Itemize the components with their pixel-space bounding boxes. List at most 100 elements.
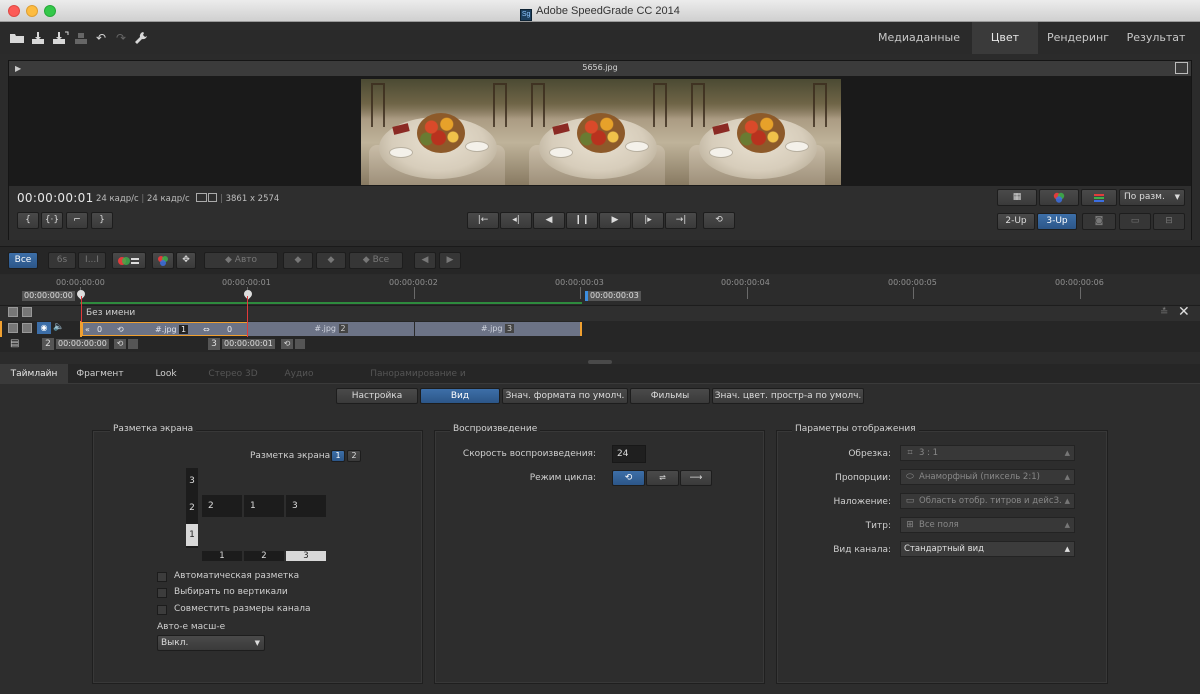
dropdown-arrow-icon: ▲ xyxy=(1064,521,1070,529)
col-label-1[interactable]: 1 xyxy=(202,551,242,561)
fullscreen-icon[interactable] xyxy=(1175,62,1188,74)
next-button: ▶ xyxy=(439,252,461,269)
fit-select[interactable]: По разм. ▼ xyxy=(1119,189,1185,206)
subtab-format-defaults[interactable]: Знач. формата по умолч. xyxy=(502,388,628,404)
tab-fragment[interactable]: Фрагмент xyxy=(68,364,132,384)
tab-pan-scan: Панорамирование и сканирование xyxy=(370,369,466,399)
lock-icon[interactable] xyxy=(22,323,32,333)
pan-tool-icon[interactable]: ✥ xyxy=(176,252,196,269)
play-reverse-button[interactable]: ◀ xyxy=(533,212,565,229)
playback-title: Воспроизведение xyxy=(450,424,541,434)
tab-result[interactable]: Результат xyxy=(1118,22,1194,54)
close-track-icon[interactable]: ✕ xyxy=(1178,304,1190,320)
all-tracks-button[interactable]: Все xyxy=(8,252,38,269)
loop-icon[interactable]: ⟲ xyxy=(281,339,293,349)
save-as-icon[interactable] xyxy=(51,31,69,45)
col-label-2[interactable]: 2 xyxy=(244,551,284,561)
track-toggle-icon[interactable] xyxy=(8,307,18,317)
all-keyframes-button: ◆ Все xyxy=(349,252,403,269)
clip-1-number: 1 xyxy=(179,325,189,334)
split-view-button[interactable] xyxy=(1081,189,1117,206)
loop-mode-repeat-button[interactable]: ⟲ xyxy=(612,470,645,486)
channel-view-label: Вид канала: xyxy=(833,545,891,555)
go-to-start-button[interactable]: |← xyxy=(467,212,499,229)
playback-speed-input[interactable]: 24 xyxy=(612,445,646,463)
auto-layout-checkbox[interactable] xyxy=(157,572,167,582)
pause-button[interactable]: ❙❙ xyxy=(566,212,598,229)
vertical-select-checkbox[interactable] xyxy=(157,588,167,598)
layout-cell-2[interactable]: 1 xyxy=(244,495,284,517)
wrench-icon[interactable] xyxy=(133,31,149,45)
col-label-3[interactable]: 3 xyxy=(286,551,326,561)
clip-loop-icon: ⟲ xyxy=(117,325,124,334)
stop-icon[interactable] xyxy=(128,339,138,349)
audio-mark-timecode: 00:00:00:00 xyxy=(56,339,109,349)
row-label-2[interactable]: 2 xyxy=(186,497,198,519)
clip-1[interactable]: « 0 ⟲ #.jpg 1 ⇔ 0 xyxy=(82,322,248,336)
tab-media[interactable]: Медиаданные xyxy=(866,22,972,54)
loop-icon[interactable]: ⟲ xyxy=(114,339,126,349)
subtab-view[interactable]: Вид xyxy=(420,388,500,404)
row-label-3[interactable]: 3 xyxy=(186,470,198,492)
monitor-icon xyxy=(196,193,208,202)
color-channels-button[interactable] xyxy=(1039,189,1079,206)
viewer-filename: 5656.jpg xyxy=(582,63,618,72)
layout-cell-1[interactable]: 2 xyxy=(202,495,242,517)
auto-scale-select[interactable]: Выкл. ▼ xyxy=(157,635,265,651)
tab-render[interactable]: Рендеринг xyxy=(1040,22,1116,54)
eye-icon[interactable]: ◉ xyxy=(37,322,51,334)
grade-layers-button[interactable] xyxy=(112,252,146,269)
mark-shot-button[interactable]: ⌐ xyxy=(66,212,88,229)
mark-in-button[interactable]: { xyxy=(17,212,39,229)
channel-view-select[interactable]: Стандартный вид ▲ xyxy=(900,541,1075,557)
color-wheel-button[interactable] xyxy=(152,252,174,269)
tick-mark xyxy=(414,287,415,299)
aspect-label: Пропорции: xyxy=(835,473,891,483)
subtab-setup[interactable]: Настройка xyxy=(336,388,418,404)
clip-3[interactable]: #.jpg 3 xyxy=(415,322,582,336)
row-label-1[interactable]: 1 xyxy=(186,524,198,546)
mark-out-button[interactable]: } xyxy=(91,212,113,229)
step-back-button[interactable]: ◂| xyxy=(500,212,532,229)
tab-timeline[interactable]: Таймлайн xyxy=(0,364,68,384)
loop-mode-once-button[interactable]: ⟶ xyxy=(680,470,712,486)
match-channel-size-checkbox[interactable] xyxy=(157,605,167,615)
step-forward-button[interactable]: |▸ xyxy=(632,212,664,229)
layout-3up-button[interactable]: 3-Up xyxy=(1037,213,1077,230)
tab-color[interactable]: Цвет xyxy=(972,22,1038,54)
track-toggle-icon[interactable] xyxy=(8,323,18,333)
mark-clip-button[interactable]: {·} xyxy=(41,212,63,229)
layout-cell-3[interactable]: 3 xyxy=(286,495,326,517)
play-button[interactable]: ▶ xyxy=(599,212,631,229)
clip-2-number: 2 xyxy=(338,324,348,333)
audio-mark-timecode: 00:00:00:01 xyxy=(222,339,275,349)
tab-look[interactable]: Look xyxy=(140,364,192,384)
clip-2[interactable]: #.jpg 2 xyxy=(248,322,415,336)
layout-2up-button[interactable]: 2-Up xyxy=(997,213,1035,230)
compare-grid-button[interactable]: ▦ xyxy=(997,189,1037,206)
layout-page-1-button[interactable]: 1 xyxy=(331,450,345,462)
loop-button[interactable]: ⟲ xyxy=(703,212,735,229)
auto-scale-value: Выкл. xyxy=(161,638,189,648)
lock-icon[interactable] xyxy=(22,307,32,317)
resolution-label: 3861 x 2574 xyxy=(225,194,280,204)
auto-layout-label: Автоматическая разметка xyxy=(174,571,300,581)
subtab-films[interactable]: Фильмы xyxy=(630,388,710,404)
speaker-icon[interactable]: 🔈 xyxy=(53,322,65,334)
subtab-colorspace-defaults[interactable]: Знач. цвет. простр-а по умолч. xyxy=(712,388,864,404)
title-select: ⊞ Все поля ▲ xyxy=(900,517,1075,533)
channel-view-value: Стандартный вид xyxy=(904,544,984,554)
audio-track xyxy=(0,337,1200,352)
clip-1-name: #.jpg xyxy=(155,325,177,334)
track-settings-icon[interactable]: ≛ xyxy=(1160,307,1168,318)
undo-icon[interactable]: ↶ xyxy=(93,31,109,45)
stop-icon[interactable] xyxy=(295,339,305,349)
dropdown-arrow-icon: ▼ xyxy=(254,639,260,647)
go-to-end-button[interactable]: →| xyxy=(665,212,697,229)
loop-mode-pingpong-button[interactable]: ⇌ xyxy=(646,470,679,486)
open-folder-icon[interactable] xyxy=(9,31,25,45)
save-icon[interactable] xyxy=(30,31,46,45)
tick-label-6: 00:00:00:06 xyxy=(1055,278,1104,287)
layout-page-2-button[interactable]: 2 xyxy=(347,450,361,462)
auto-keyframe-button: ◆ Авто xyxy=(204,252,278,269)
